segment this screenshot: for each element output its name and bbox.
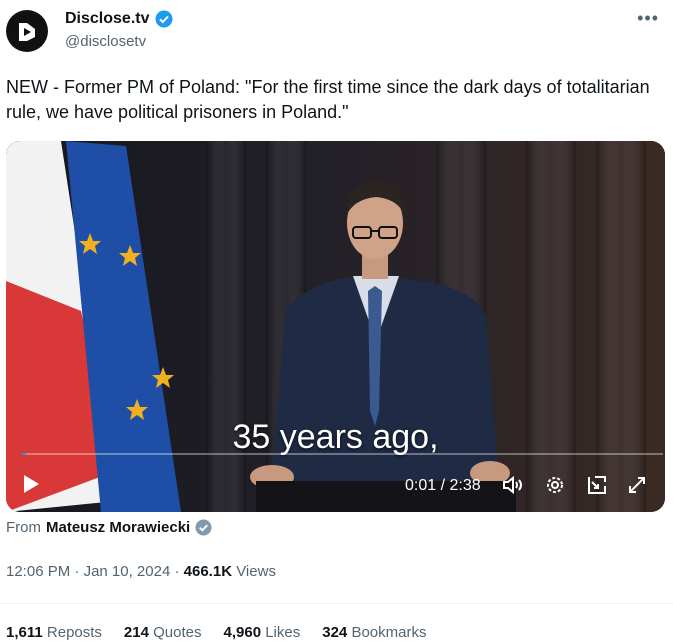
video-controls: 0:01 / 2:38 — [6, 472, 665, 502]
reposts-count: 1,611 — [6, 624, 43, 641]
engagement-stats: 1,611 Reposts 214 Quotes 4,960 Likes 324… — [6, 624, 426, 641]
attribution-name[interactable]: Mateusz Morawiecki — [46, 519, 190, 536]
quotes-count: 214 — [123, 624, 149, 641]
quotes-label: Quotes — [153, 624, 202, 641]
divider — [0, 603, 673, 604]
views-label: Views — [236, 563, 276, 580]
tweet-text: NEW - Former PM of Poland: "For the firs… — [6, 77, 650, 122]
video-progress-fill — [22, 453, 26, 455]
account-name[interactable]: Disclose.tv — [65, 10, 149, 28]
likes-label: Likes — [265, 624, 301, 641]
likes-count: 4,960 — [223, 624, 262, 641]
bookmarks-stat[interactable]: 324 Bookmarks — [322, 624, 426, 641]
tweet-meta: 12:06 PM · Jan 10, 2024 · 466.1K Views — [6, 563, 276, 580]
verified-badge-icon — [195, 519, 212, 536]
likes-stat[interactable]: 4,960 Likes — [224, 624, 301, 641]
quotes-stat[interactable]: 214 Quotes — [124, 624, 202, 641]
reposts-stat[interactable]: 1,611 Reposts — [6, 624, 102, 641]
more-options-icon[interactable]: ••• — [637, 8, 659, 29]
post-date[interactable]: Jan 10, 2024 — [84, 563, 171, 580]
avatar[interactable] — [6, 10, 48, 52]
video-caption: 35 years ago, — [232, 418, 439, 456]
disclose-logo-icon — [19, 23, 35, 41]
account-handle[interactable]: @disclosetv — [65, 33, 146, 50]
verified-badge-icon — [155, 10, 173, 28]
bookmarks-label: Bookmarks — [351, 624, 427, 641]
bookmarks-count: 324 — [322, 624, 348, 641]
views-count: 466.1K — [183, 563, 233, 580]
attribution-prefix: From — [6, 519, 41, 536]
reposts-label: Reposts — [46, 624, 102, 641]
video-time: 0:01 / 2:38 — [405, 477, 481, 494]
video-attribution: From Mateusz Morawiecki — [6, 519, 212, 536]
video-player[interactable]: 35 years ago, 0:01 / 2:38 — [6, 141, 665, 512]
name-row: Disclose.tv — [65, 10, 173, 28]
video-progress-bar[interactable] — [22, 453, 663, 455]
post-time[interactable]: 12:06 PM — [6, 563, 70, 580]
tweet-header: Disclose.tv @disclosetv ••• — [0, 0, 673, 60]
